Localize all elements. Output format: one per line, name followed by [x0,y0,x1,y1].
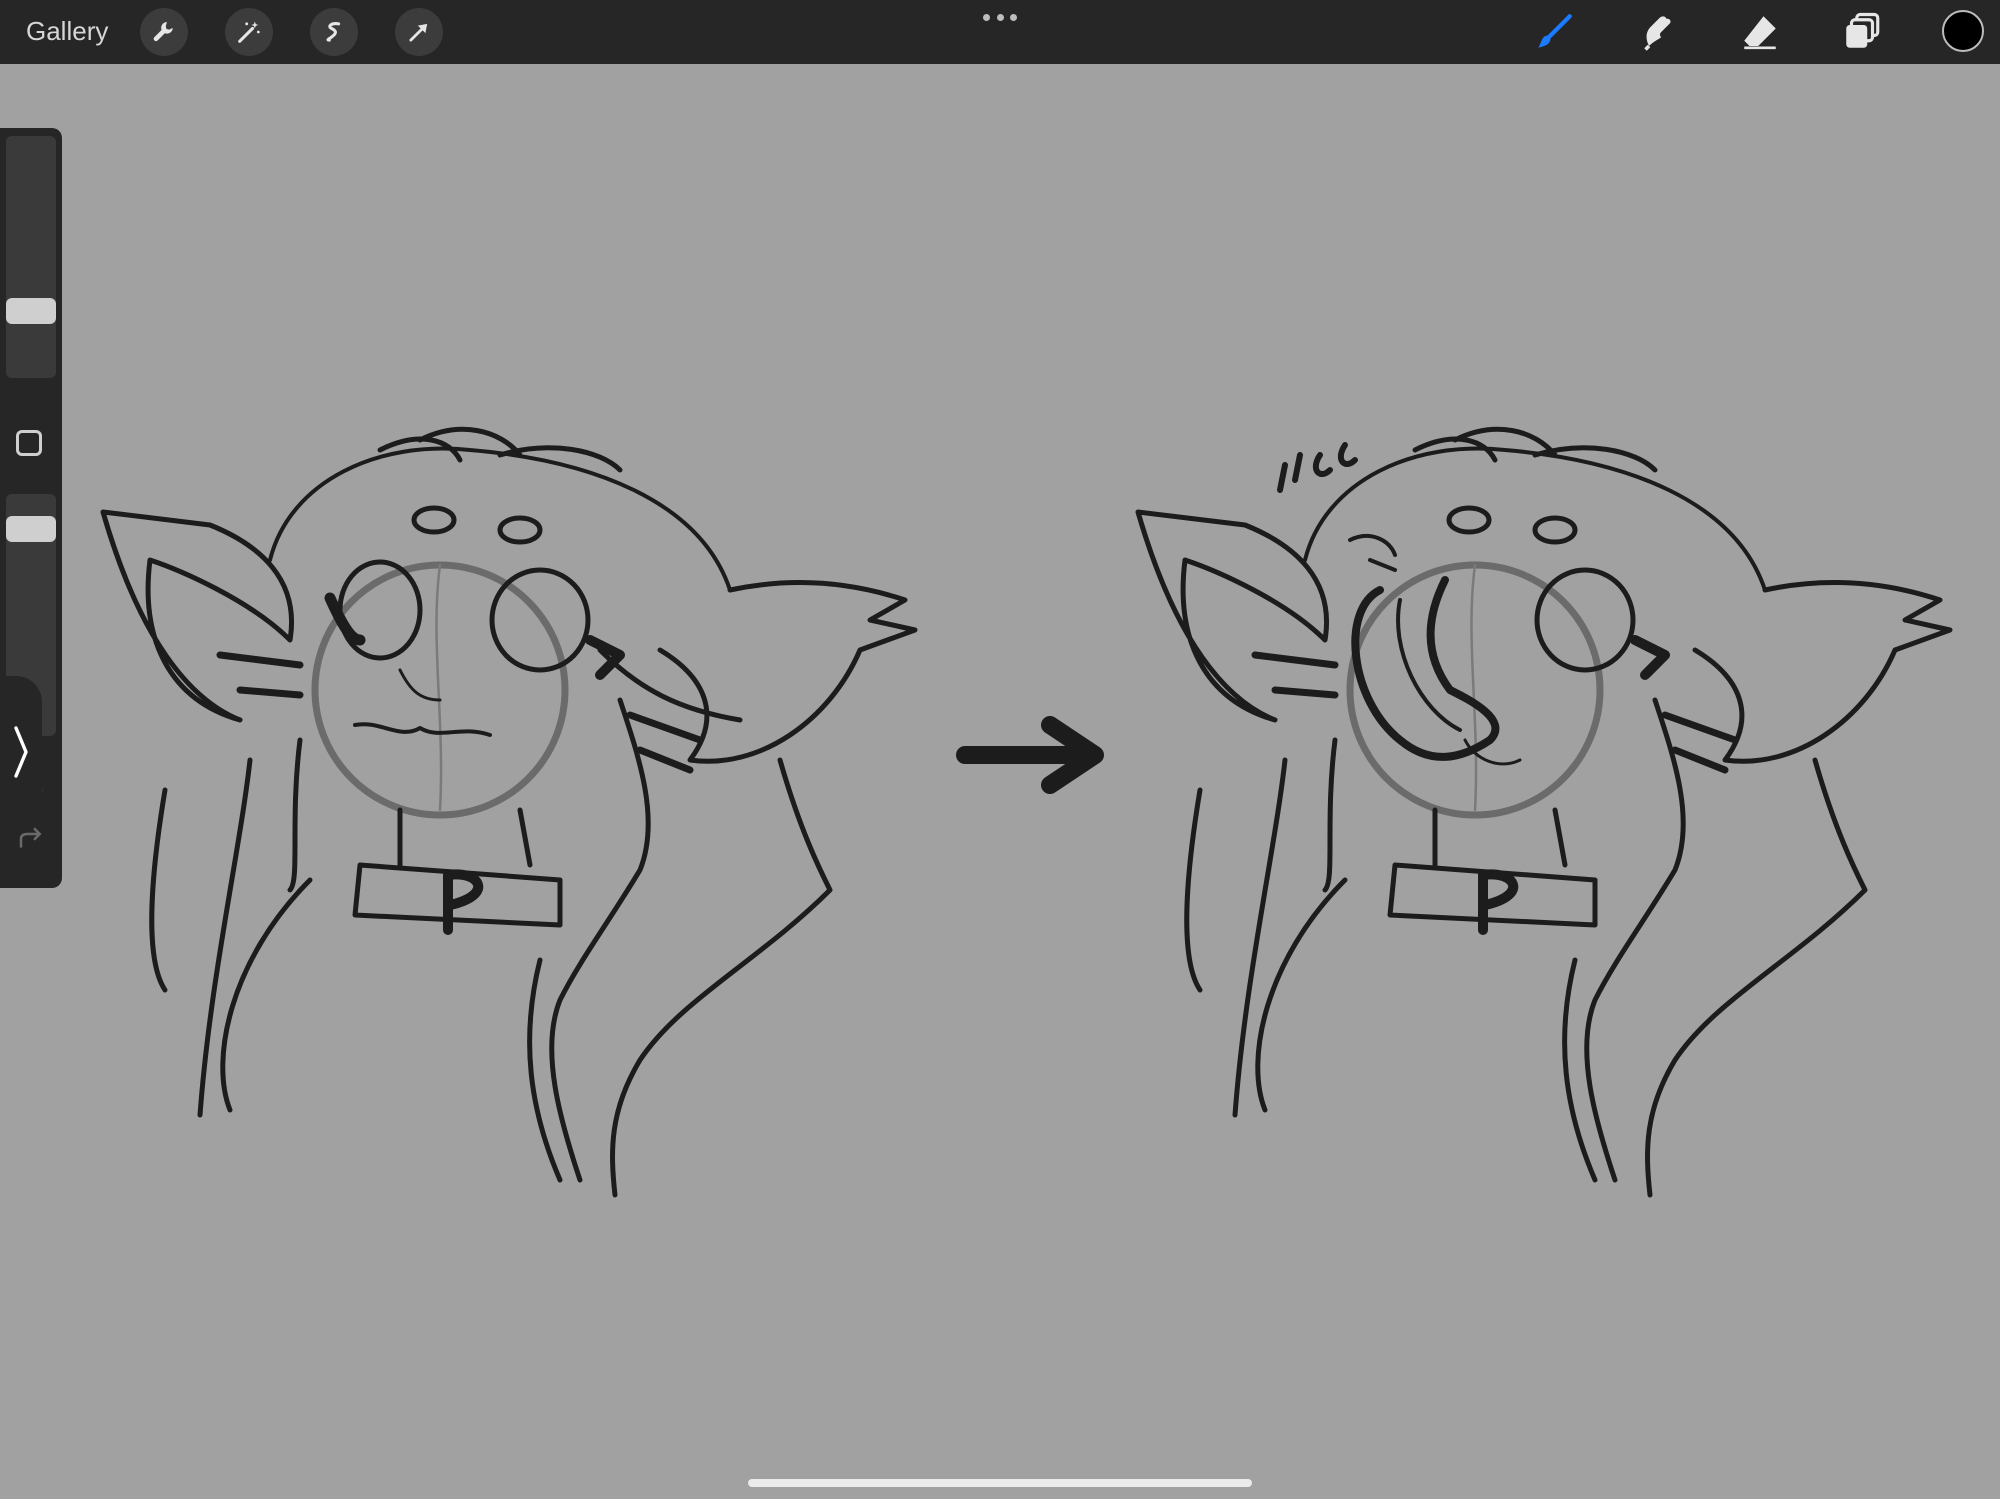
transform-button[interactable] [395,8,443,56]
actions-button[interactable] [140,8,188,56]
smudge-tool-button[interactable] [1634,10,1678,54]
home-indicator[interactable] [748,1479,1252,1487]
brush-tool-button[interactable] [1532,10,1576,54]
smudge-icon [1644,16,1671,51]
more-options-button[interactable] [983,10,1017,24]
brush-icon [1538,14,1572,48]
sketch-before [100,426,918,1198]
sketch-after [1135,426,1953,1198]
adjustments-button[interactable] [225,8,273,56]
dot-icon [1010,13,1017,21]
gallery-button[interactable]: Gallery [26,16,108,47]
drawing-canvas[interactable] [0,64,2000,1499]
layers-button[interactable] [1840,10,1884,54]
magic-wand-icon [238,21,260,43]
eraser-icon [1744,16,1776,50]
selection-button[interactable] [310,8,358,56]
eraser-tool-button[interactable] [1738,10,1782,54]
color-picker-button[interactable] [1942,10,1984,52]
dot-icon [996,13,1004,21]
transform-arrow-icon [409,23,428,42]
selection-icon [326,22,341,42]
top-toolbar: Gallery [0,0,2000,64]
layers-icon [1846,12,1880,48]
wrench-icon [153,22,173,42]
dot-icon [983,13,990,21]
